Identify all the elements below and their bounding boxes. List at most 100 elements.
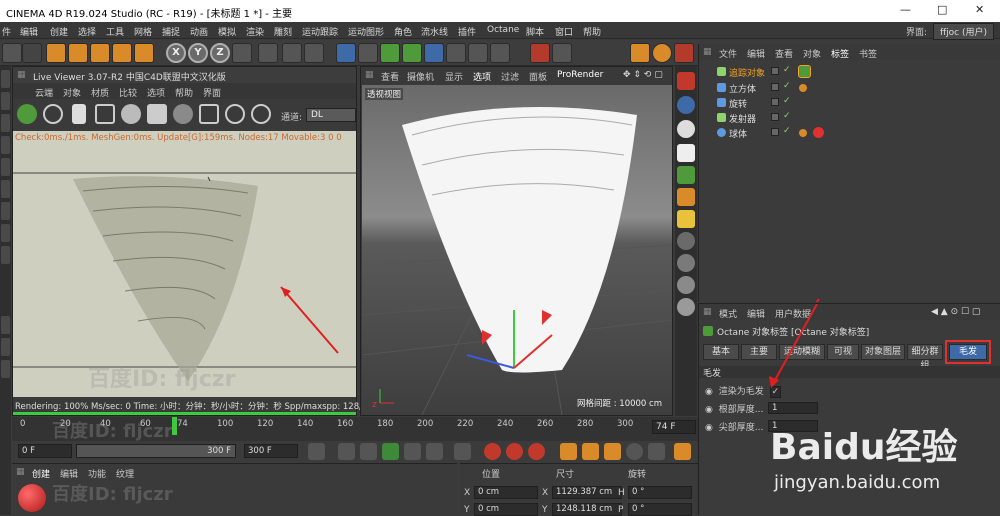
- current-frame-field[interactable]: 74 F: [652, 420, 696, 434]
- mode-icon[interactable]: [1, 246, 10, 264]
- grip-icon[interactable]: ▦: [703, 307, 712, 317]
- octane-tag-icon[interactable]: [798, 65, 811, 78]
- radio-icon[interactable]: ◉: [705, 405, 713, 415]
- octane-area-light-icon[interactable]: [677, 144, 695, 162]
- settings-gear-icon[interactable]: [121, 104, 141, 124]
- visibility-toggle[interactable]: [771, 128, 779, 136]
- select-icon[interactable]: [46, 43, 66, 63]
- play-icon[interactable]: [382, 443, 399, 460]
- vp-menu-prorender[interactable]: ProRender: [557, 70, 603, 80]
- menu-snap[interactable]: 捕捉: [162, 25, 180, 38]
- tab-main[interactable]: 主要: [741, 344, 777, 360]
- menu-window[interactable]: 窗口: [555, 25, 573, 38]
- tab-hair[interactable]: 毛发: [945, 340, 991, 364]
- frame-icon[interactable]: [199, 104, 219, 124]
- render-region-icon[interactable]: [258, 43, 278, 63]
- octane-s-icon[interactable]: [652, 43, 672, 63]
- x-axis-icon[interactable]: X: [166, 43, 186, 63]
- mm-menu-create[interactable]: 创建: [32, 467, 50, 480]
- minimize-button[interactable]: —: [900, 3, 911, 16]
- camera-icon[interactable]: [468, 43, 488, 63]
- object-name[interactable]: 追踪对象: [729, 66, 765, 79]
- enabled-check-icon[interactable]: ✓: [783, 65, 791, 75]
- scale-icon[interactable]: [90, 43, 110, 63]
- am-menu-mode[interactable]: 模式: [719, 307, 737, 320]
- visibility-toggle[interactable]: [771, 67, 779, 75]
- next-frame-icon[interactable]: [404, 443, 421, 460]
- z-axis-icon[interactable]: Z: [210, 43, 230, 63]
- key-move-icon[interactable]: [560, 443, 577, 460]
- size-x-field[interactable]: 1129.387 cm: [552, 486, 622, 499]
- mode-icon[interactable]: [1, 338, 10, 356]
- mode-icon[interactable]: [1, 316, 10, 334]
- lv-menu-objects[interactable]: 对象: [63, 86, 81, 99]
- octane-sphere-icon[interactable]: [677, 254, 695, 272]
- menu-motion-tracking[interactable]: 运动跟踪: [302, 25, 338, 38]
- vp-menu-filter[interactable]: 过滤: [501, 70, 519, 83]
- om-menu-bookmarks[interactable]: 书签: [859, 47, 877, 60]
- am-menu-userdata[interactable]: 用户数据: [775, 307, 811, 320]
- lv-menu-options[interactable]: 选项: [147, 86, 165, 99]
- visibility-toggle[interactable]: [771, 98, 779, 106]
- menu-edit[interactable]: 编辑: [20, 25, 38, 38]
- pause-icon[interactable]: [72, 104, 86, 124]
- grip-icon[interactable]: ▦: [703, 47, 712, 57]
- key-param-icon[interactable]: [626, 443, 643, 460]
- vp-menu-options[interactable]: 选项: [473, 70, 491, 83]
- mode-icon[interactable]: [1, 202, 10, 220]
- material-ball-icon[interactable]: [173, 104, 193, 124]
- mode-icon[interactable]: [1, 70, 10, 88]
- pick-icon[interactable]: [251, 104, 271, 124]
- maximize-button[interactable]: □: [937, 3, 947, 16]
- menu-file[interactable]: 件: [2, 25, 11, 38]
- range-slider[interactable]: 300 F: [76, 444, 236, 458]
- timeline-icon[interactable]: [674, 443, 691, 460]
- vp-menu-view[interactable]: 查看: [381, 70, 399, 83]
- rotate-icon[interactable]: [112, 43, 132, 63]
- light-icon[interactable]: [490, 43, 510, 63]
- cube-icon[interactable]: [336, 43, 356, 63]
- mode-icon[interactable]: [1, 92, 10, 110]
- render-region-icon[interactable]: [95, 104, 115, 124]
- lv-menu-cloud[interactable]: 云端: [35, 86, 53, 99]
- om-menu-view[interactable]: 查看: [775, 47, 793, 60]
- viewport-nav-icons[interactable]: ✥ ⇕ ⟲ ▢: [623, 70, 663, 80]
- object-name[interactable]: 发射器: [729, 112, 756, 125]
- lv-menu-compare[interactable]: 比较: [119, 86, 137, 99]
- tab-basic[interactable]: 基本: [703, 344, 739, 360]
- radio-icon[interactable]: ◉: [705, 423, 713, 433]
- mode-icon[interactable]: [1, 114, 10, 132]
- menu-octane[interactable]: Octane: [487, 25, 519, 35]
- vp-menu-camera[interactable]: 摄像机: [407, 70, 434, 83]
- object-row[interactable]: 立方体 ✓: [699, 80, 999, 95]
- enabled-check-icon[interactable]: ✓: [783, 81, 791, 91]
- octane-settings-icon[interactable]: [630, 43, 650, 63]
- undo-icon[interactable]: [2, 43, 22, 63]
- octane-icon[interactable]: [530, 43, 550, 63]
- octane-sphere-icon[interactable]: [677, 232, 695, 250]
- menu-pipeline[interactable]: 流水线: [421, 25, 448, 38]
- nav-arrows-icon[interactable]: ◀ ▲ ⊙ ☐ ▢: [931, 307, 980, 317]
- pos-x-field[interactable]: 0 cm: [474, 486, 538, 499]
- keyframe-help-icon[interactable]: [528, 443, 545, 460]
- red-material-ball[interactable]: [18, 484, 46, 512]
- menu-simulate[interactable]: 模拟: [218, 25, 236, 38]
- octane-hdri-icon[interactable]: [677, 120, 695, 138]
- mode-icon[interactable]: [1, 360, 10, 378]
- subdivision-icon[interactable]: [380, 43, 400, 63]
- grip-icon[interactable]: ▦: [365, 70, 374, 80]
- mm-menu-texture[interactable]: 纹理: [116, 467, 134, 480]
- floor-icon[interactable]: [446, 43, 466, 63]
- render-view-icon[interactable]: [282, 43, 302, 63]
- refresh-icon[interactable]: [43, 104, 63, 124]
- tab-motion-blur[interactable]: 运动模糊: [779, 344, 825, 360]
- octane-object-tag-icon[interactable]: [677, 166, 695, 184]
- perspective-viewport[interactable]: 透视视图 z 网格间距 : 10000 cm: [362, 85, 672, 415]
- end-frame-field[interactable]: 300 F: [244, 444, 298, 458]
- mode-icon[interactable]: [1, 180, 10, 198]
- tab-subdivision-group[interactable]: 细分群组: [907, 344, 943, 371]
- live-viewer-render-canvas[interactable]: Check:0ms./1ms. MeshGen:0ms. Update[G]:1…: [13, 131, 356, 397]
- octane-close-icon[interactable]: [674, 43, 694, 63]
- key-scale-icon[interactable]: [582, 443, 599, 460]
- key-rotate-icon[interactable]: [604, 443, 621, 460]
